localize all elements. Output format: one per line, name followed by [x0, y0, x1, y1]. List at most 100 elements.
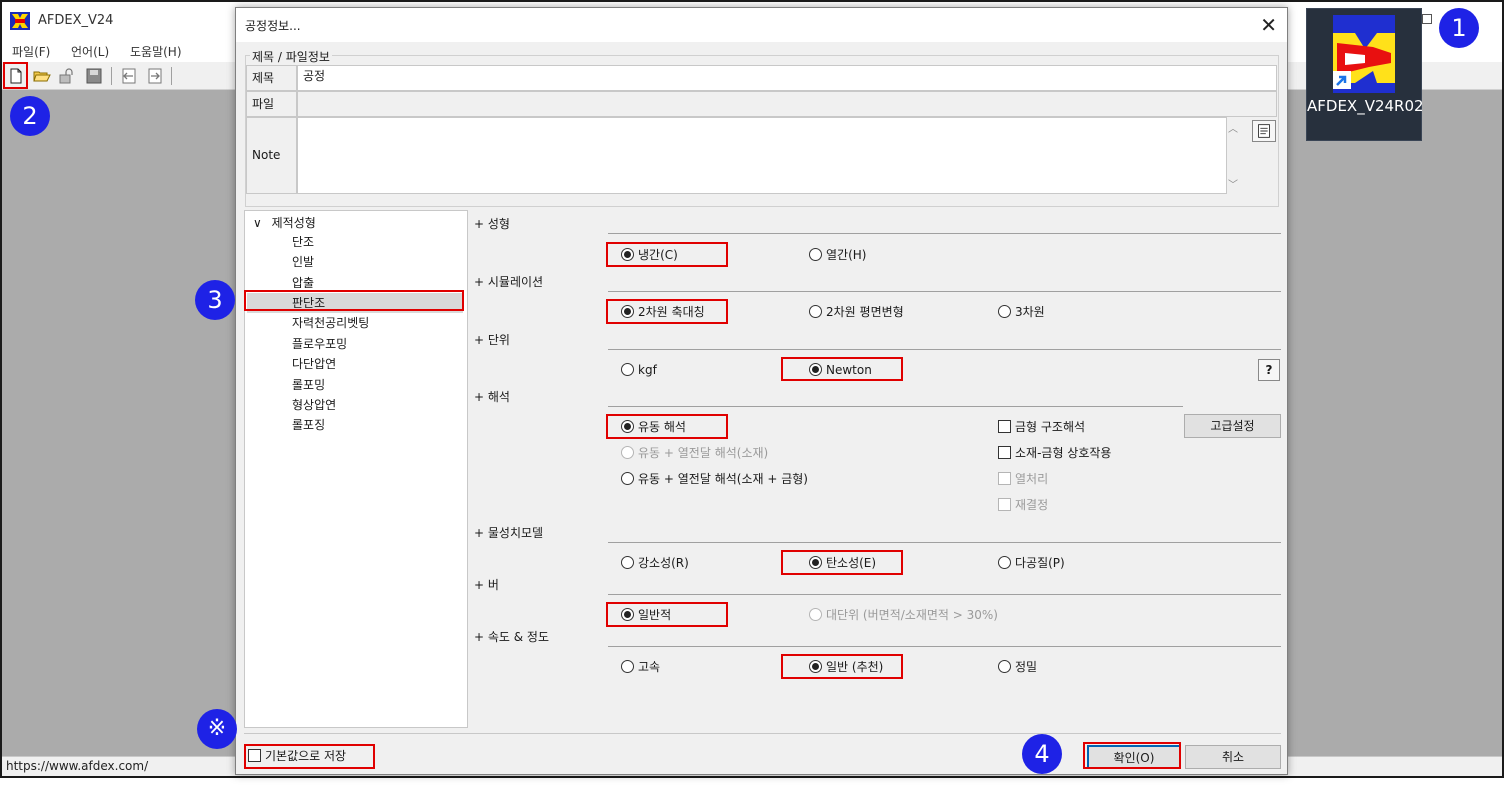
radio-3d[interactable]: 3차원: [998, 304, 1045, 320]
tree-item-drawing[interactable]: 인발: [292, 252, 314, 272]
open-folder-icon[interactable]: [33, 67, 51, 85]
section-divider: [608, 542, 1281, 543]
tree-item-extrusion[interactable]: 압출: [292, 273, 314, 293]
radio-rigid-plastic[interactable]: 강소성(R): [621, 555, 689, 571]
note-textarea[interactable]: [297, 117, 1227, 194]
radio-newton[interactable]: Newton: [809, 362, 872, 378]
app-title: AFDEX_V24: [38, 13, 114, 28]
toolbar-separator: [111, 67, 112, 85]
tree-item-shape-rolling[interactable]: 형상압연: [292, 395, 336, 415]
radio-fast[interactable]: 고속: [621, 659, 660, 675]
maximize-button[interactable]: [1422, 14, 1432, 24]
badge-1: 1: [1439, 8, 1479, 48]
check-die-structural[interactable]: 금형 구조해석: [998, 419, 1085, 435]
tree-root[interactable]: ∨ 제적성형: [253, 214, 316, 231]
title-label: 제목: [246, 65, 297, 91]
tree-item-forging[interactable]: 단조: [292, 232, 314, 252]
footer-divider: [244, 733, 1281, 734]
badge-2: 2: [10, 96, 50, 136]
radio-icon: [998, 660, 1011, 673]
advanced-settings-button[interactable]: 고급설정: [1184, 414, 1281, 438]
dialog-title: 공정정보...: [245, 19, 301, 33]
close-file-icon[interactable]: [58, 67, 76, 85]
save-as-default-checkbox[interactable]: 기본값으로 저장: [248, 748, 346, 764]
section-unit: + 단위: [474, 333, 510, 347]
section-burr: + 버: [474, 578, 499, 592]
tree-item-roll-forming[interactable]: 롤포밍: [292, 375, 325, 395]
radio-selected-icon: [809, 363, 822, 376]
checkbox-icon: [998, 446, 1011, 459]
checkbox-icon: [998, 498, 1011, 511]
process-tree: ∨ 제적성형 단조 인발 압출 판단조 자력천공리벳팅 플로우포밍 다단압연 롤…: [244, 210, 468, 728]
section-divider: [608, 646, 1281, 647]
badge-3: 3: [195, 280, 235, 320]
radio-normal-recommended[interactable]: 일반 (추천): [809, 659, 883, 675]
radio-selected-icon: [621, 608, 634, 621]
file-label: 파일: [246, 91, 297, 117]
ok-button[interactable]: 확인(O): [1087, 745, 1181, 769]
process-info-dialog: 공정정보... ✕ 제목 / 파일정보 제목 공정 파일 Note ︿ ﹀ ∨ …: [235, 7, 1288, 775]
section-divider: [608, 406, 1183, 407]
radio-precise[interactable]: 정밀: [998, 659, 1037, 675]
title-input[interactable]: 공정: [297, 65, 1277, 91]
menu-file[interactable]: 파일(F): [12, 43, 50, 60]
radio-icon: [621, 446, 634, 459]
check-material-die-interaction[interactable]: 소재-금형 상호작용: [998, 445, 1111, 461]
export-icon[interactable]: [146, 67, 164, 85]
afdex-logo-icon: [10, 12, 30, 30]
radio-icon: [809, 608, 822, 621]
shortcut-label: AFDEX_V24R02: [1307, 97, 1424, 115]
scroll-down-icon[interactable]: ﹀: [1228, 176, 1238, 191]
scroll-up-icon[interactable]: ︿: [1228, 120, 1238, 135]
section-divider: [608, 349, 1281, 350]
radio-icon: [809, 248, 822, 261]
cancel-button[interactable]: 취소: [1185, 745, 1281, 769]
badge-note: ※: [197, 709, 237, 749]
toolbar-separator: [171, 67, 172, 85]
section-divider: [608, 594, 1281, 595]
file-field: [297, 91, 1277, 117]
check-recrystallization: 재결정: [998, 497, 1048, 513]
tree-item-sheet-forging[interactable]: 판단조: [247, 293, 463, 313]
tree-item-flow-forming[interactable]: 플로우포밍: [292, 334, 347, 354]
section-analysis: + 해석: [474, 390, 510, 404]
radio-icon: [809, 305, 822, 318]
help-button[interactable]: ?: [1258, 359, 1280, 381]
checkbox-icon: [248, 749, 261, 762]
radio-kgf[interactable]: kgf: [621, 362, 657, 378]
close-icon[interactable]: ✕: [1260, 13, 1277, 37]
menu-help[interactable]: 도움말(H): [130, 43, 182, 60]
radio-selected-icon: [621, 420, 634, 433]
radio-flow-heat-material: 유동 + 열전달 해석(소재): [621, 445, 768, 461]
section-divider: [608, 291, 1281, 292]
new-file-icon[interactable]: [7, 67, 25, 85]
radio-cold[interactable]: 냉간(C): [621, 247, 678, 263]
radio-elasto-plastic[interactable]: 탄소성(E): [809, 555, 876, 571]
radio-flow-heat-material-die[interactable]: 유동 + 열전달 해석(소재 + 금형): [621, 471, 808, 487]
radio-2d-axisymmetric[interactable]: 2차원 축대칭: [621, 304, 705, 320]
tree-item-self-piercing-riveting[interactable]: 자력천공리벳팅: [292, 313, 369, 333]
radio-hot[interactable]: 열간(H): [809, 247, 866, 263]
radio-selected-icon: [809, 556, 822, 569]
radio-burr-large: 대단위 (버면적/소재면적 > 30%): [809, 607, 998, 623]
import-icon[interactable]: [120, 67, 138, 85]
radio-flow-analysis[interactable]: 유동 해석: [621, 419, 686, 435]
tree-item-multi-pass-rolling[interactable]: 다단압연: [292, 354, 336, 374]
section-divider: [608, 233, 1281, 234]
radio-burr-normal[interactable]: 일반적: [621, 607, 671, 623]
checkbox-icon: [998, 472, 1011, 485]
checkbox-icon: [998, 420, 1011, 433]
menu-language[interactable]: 언어(L): [71, 43, 109, 60]
tree-item-roll-forging[interactable]: 롤포징: [292, 415, 325, 435]
status-url: https://www.afdex.com/: [6, 759, 149, 773]
note-label: Note: [246, 117, 297, 194]
radio-porous[interactable]: 다공질(P): [998, 555, 1065, 571]
note-editor-icon[interactable]: [1252, 120, 1276, 142]
chevron-down-icon[interactable]: ∨: [253, 216, 262, 230]
radio-icon: [621, 556, 634, 569]
radio-selected-icon: [621, 305, 634, 318]
desktop-shortcut[interactable]: AFDEX_V24R02: [1306, 8, 1424, 141]
radio-2d-plane-strain[interactable]: 2차원 평면변형: [809, 304, 904, 320]
badge-4: 4: [1022, 734, 1062, 774]
save-icon[interactable]: [85, 67, 103, 85]
